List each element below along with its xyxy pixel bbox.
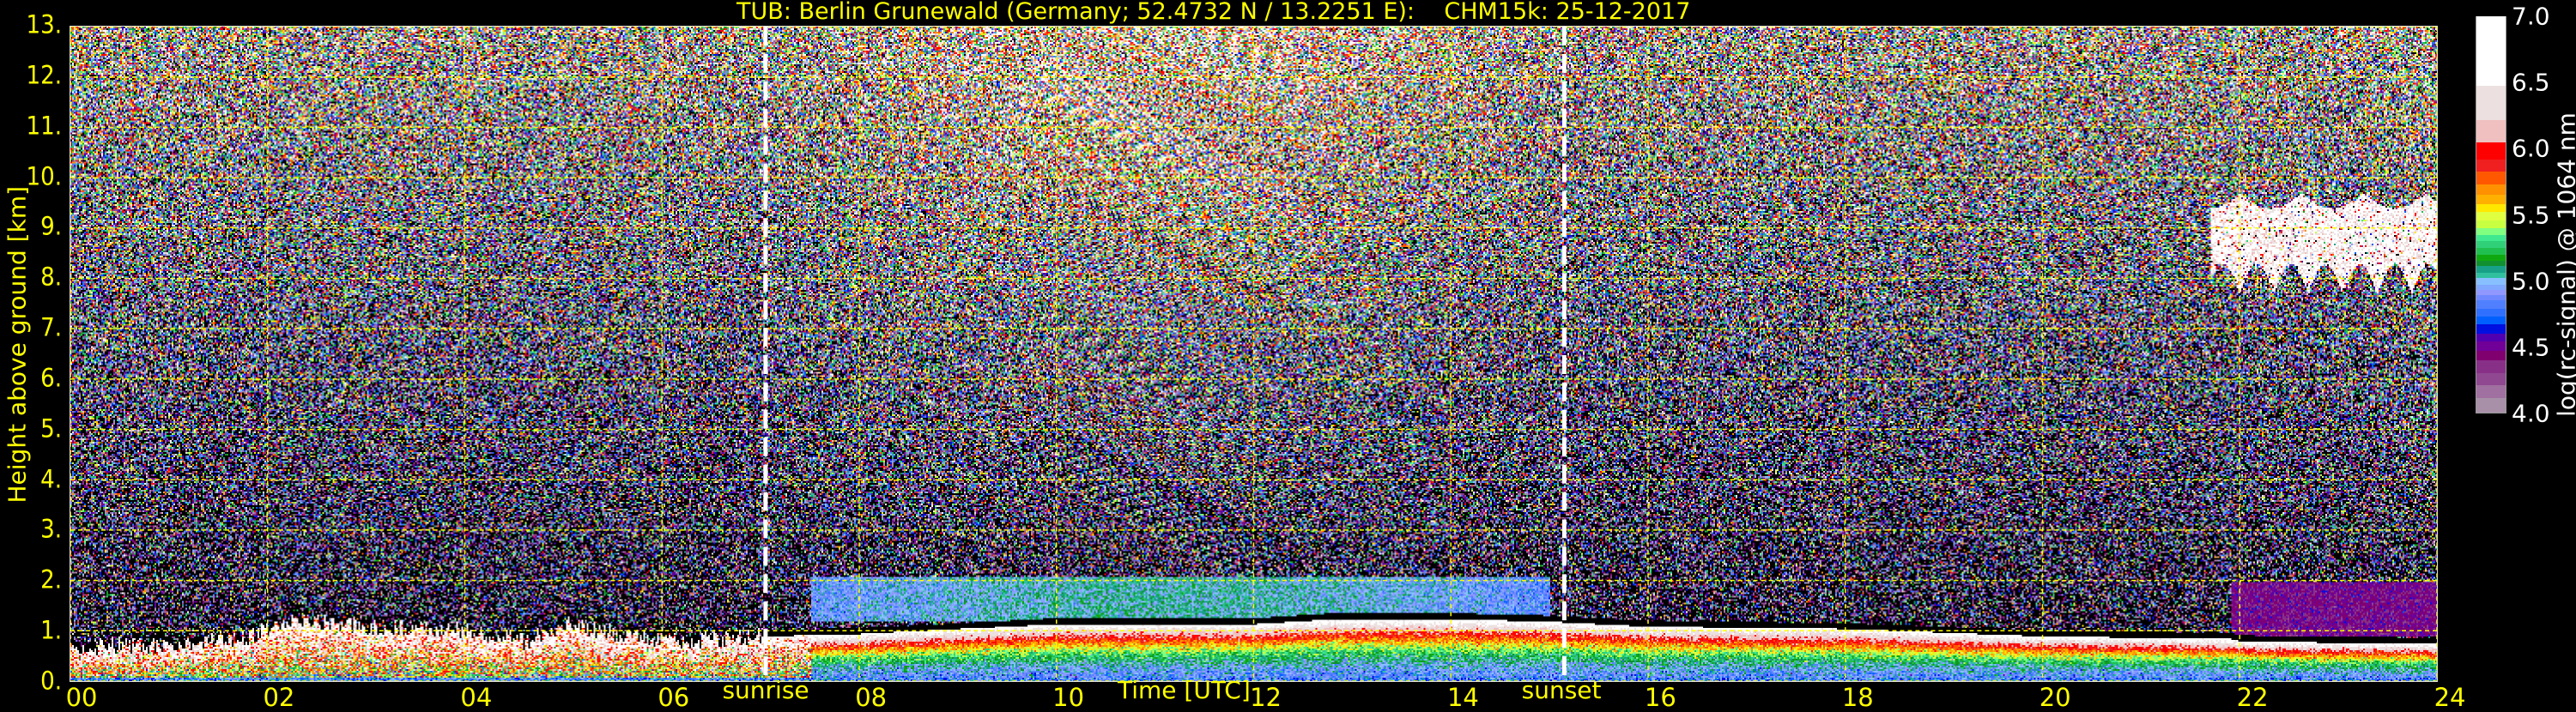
x-tick-label: 02 <box>263 683 294 712</box>
x-tick-label: 16 <box>1645 683 1676 712</box>
x-tick-label: 18 <box>1842 683 1874 712</box>
x-tick-label: 04 <box>460 683 492 712</box>
y-tick-label: 7. <box>40 312 62 341</box>
colorbar-segment <box>2476 85 2506 120</box>
y-tick-label: 0. <box>40 666 62 695</box>
y-tick-label: 10. <box>27 161 62 190</box>
colorbar-segment <box>2476 332 2506 341</box>
colorbar-segment <box>2476 159 2506 172</box>
y-tick-label: 12. <box>27 60 62 89</box>
x-tick-label: 00 <box>66 683 98 712</box>
colorbar-tick-label: 4.5 <box>2512 333 2550 361</box>
grid-overlay <box>70 27 2437 681</box>
colorbar-segment <box>2476 170 2506 184</box>
colorbar-tick-label: 6.0 <box>2512 135 2550 163</box>
colorbar-segment <box>2476 315 2506 324</box>
x-tick-label: 08 <box>855 683 887 712</box>
x-tick-label: 22 <box>2237 683 2269 712</box>
colorbar-segment <box>2476 341 2506 351</box>
x-tick-label: 06 <box>658 683 689 712</box>
x-tick-label: 12 <box>1250 683 1282 712</box>
x-tick-label: 14 <box>1447 683 1479 712</box>
plot-area <box>70 26 2438 682</box>
y-axis-label: Height above ground [km] <box>3 195 32 504</box>
x-tick-label: 10 <box>1052 683 1084 712</box>
colorbar-tick-label: 5.0 <box>2512 267 2550 295</box>
y-tick-label: 1. <box>40 615 62 644</box>
sunset-label: sunset <box>1522 676 1602 704</box>
colorbar-tick-label: 4.0 <box>2512 400 2550 428</box>
colorbar-segment <box>2476 184 2506 196</box>
colorbar-segment <box>2476 203 2506 213</box>
y-tick-label: 4. <box>40 464 62 493</box>
colorbar-segment <box>2476 359 2506 373</box>
x-tick-label: 20 <box>2040 683 2071 712</box>
colorbar-segment <box>2476 372 2506 385</box>
x-axis-label: Time [UTC] <box>1118 676 1251 704</box>
colorbar-segment <box>2476 211 2506 220</box>
colorbar-segment <box>2476 142 2506 160</box>
colorbar-segment <box>2476 16 2506 86</box>
y-tick-label: 13. <box>27 9 62 39</box>
chart-title: TUB: Berlin Grunewald (Germany; 52.4732 … <box>736 0 1690 25</box>
colorbar-segment <box>2476 194 2506 204</box>
x-tick-label: 24 <box>2434 683 2466 712</box>
colorbar-segment <box>2476 307 2506 317</box>
colorbar-segment <box>2476 299 2506 309</box>
y-tick-label: 2. <box>40 565 62 594</box>
colorbar-segment <box>2476 397 2506 413</box>
y-tick-label: 9. <box>40 212 62 241</box>
colorbar <box>2476 16 2506 413</box>
colorbar-segment <box>2476 323 2506 334</box>
colorbar-segment <box>2476 383 2506 398</box>
colorbar-tick-label: 6.5 <box>2512 69 2550 97</box>
y-tick-label: 11. <box>27 111 62 140</box>
y-tick-label: 6. <box>40 363 62 392</box>
y-tick-label: 3. <box>40 515 62 544</box>
y-tick-label: 8. <box>40 262 62 292</box>
colorbar-segment <box>2476 118 2506 142</box>
colorbar-segment <box>2476 219 2506 228</box>
colorbar-tick-label: 7.0 <box>2512 3 2550 31</box>
colorbar-label: log(rc-signal) @ 1064 nm <box>2553 111 2576 419</box>
colorbar-tick-label: 5.5 <box>2512 201 2550 229</box>
colorbar-segment <box>2476 349 2506 359</box>
sunrise-label: sunrise <box>722 676 809 704</box>
y-tick-label: 5. <box>40 413 62 443</box>
